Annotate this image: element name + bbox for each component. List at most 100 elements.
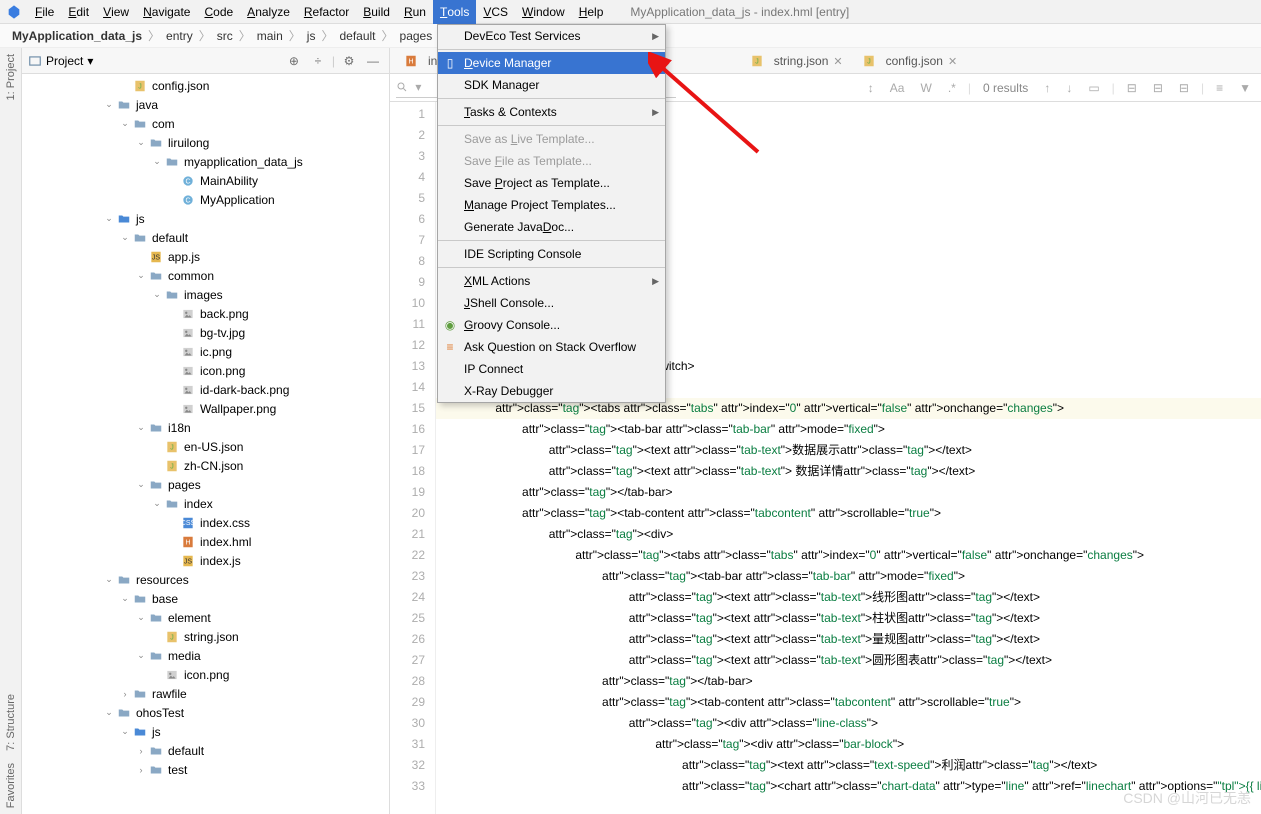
menu-item[interactable]: IP Connect — [438, 358, 665, 380]
tree-node[interactable]: ⌄ohosTest — [22, 703, 389, 722]
tree-node[interactable]: ⌄default — [22, 228, 389, 247]
funnel-icon[interactable]: ▼ — [1235, 81, 1255, 95]
breadcrumb-segment[interactable]: main — [253, 29, 287, 43]
menu-item[interactable]: IDE Scripting Console — [438, 243, 665, 265]
tree-node[interactable]: ⌄js — [22, 722, 389, 741]
tree-node[interactable]: back.png — [22, 304, 389, 323]
menu-item[interactable]: XML Actions▶ — [438, 270, 665, 292]
folder-icon — [164, 154, 180, 170]
menu-item[interactable]: DevEco Test Services▶ — [438, 25, 665, 47]
breadcrumb-segment[interactable]: src — [213, 29, 237, 43]
close-icon[interactable]: ✕ — [948, 55, 957, 68]
hide-icon[interactable]: — — [363, 51, 383, 71]
remove-selection-icon[interactable]: ⊟ — [1149, 81, 1167, 95]
tree-node[interactable]: ›default — [22, 741, 389, 760]
menu-window[interactable]: Window — [515, 0, 572, 24]
svg-text:J: J — [138, 83, 142, 90]
tree-node[interactable]: icon.png — [22, 665, 389, 684]
editor-tab[interactable]: Jstring.json✕ — [740, 49, 852, 73]
menu-tools[interactable]: Tools — [433, 0, 476, 24]
add-selection-icon[interactable]: ⊟ — [1123, 81, 1141, 95]
locate-icon[interactable]: ⊕ — [284, 51, 304, 71]
menu-vcs[interactable]: VCS — [476, 0, 515, 24]
project-view-selector[interactable]: Project ▾ — [28, 54, 93, 68]
menu-item[interactable]: X-Ray Debugger — [438, 380, 665, 402]
breadcrumb-segment[interactable]: MyApplication_data_js — [8, 29, 146, 43]
tree-node[interactable]: id-dark-back.png — [22, 380, 389, 399]
menu-help[interactable]: Help — [572, 0, 611, 24]
tree-node[interactable]: ⌄java — [22, 95, 389, 114]
tree-node[interactable]: ⌄element — [22, 608, 389, 627]
menu-run[interactable]: Run — [397, 0, 433, 24]
filter-icon[interactable]: ≡ — [1212, 81, 1227, 95]
tree-node[interactable]: ⌄common — [22, 266, 389, 285]
json-icon: J — [861, 53, 877, 69]
word-icon[interactable]: W — [916, 81, 935, 95]
tree-node[interactable]: bg-tv.jpg — [22, 323, 389, 342]
tree-node[interactable]: ⌄pages — [22, 475, 389, 494]
menu-file[interactable]: File — [28, 0, 61, 24]
breadcrumb-segment[interactable]: pages — [396, 29, 437, 43]
menu-view[interactable]: View — [96, 0, 136, 24]
breadcrumb-segment[interactable]: js — [303, 29, 320, 43]
tree-node[interactable]: Jconfig.json — [22, 76, 389, 95]
menu-build[interactable]: Build — [356, 0, 397, 24]
tree-node[interactable]: ⌄images — [22, 285, 389, 304]
menu-navigate[interactable]: Navigate — [136, 0, 197, 24]
tree-node[interactable]: ⌄com — [22, 114, 389, 133]
tree-node[interactable]: ⌄index — [22, 494, 389, 513]
menu-edit[interactable]: Edit — [61, 0, 96, 24]
tree-node[interactable]: ⌄myapplication_data_js — [22, 152, 389, 171]
next-icon[interactable]: ↓ — [1062, 81, 1076, 95]
tree-node[interactable]: ⌄media — [22, 646, 389, 665]
menu-item[interactable]: JShell Console... — [438, 292, 665, 314]
menu-analyze[interactable]: Analyze — [240, 0, 297, 24]
menu-item[interactable]: Save Project as Template... — [438, 172, 665, 194]
tree-node[interactable]: Jstring.json — [22, 627, 389, 646]
menu-item[interactable]: ◉Groovy Console... — [438, 314, 665, 336]
breadcrumb-segment[interactable]: entry — [162, 29, 197, 43]
tree-node[interactable]: JSindex.js — [22, 551, 389, 570]
tree-node[interactable]: Jen-US.json — [22, 437, 389, 456]
tree-node[interactable]: JSapp.js — [22, 247, 389, 266]
tree-node[interactable]: CSSindex.css — [22, 513, 389, 532]
tree-node[interactable]: Wallpaper.png — [22, 399, 389, 418]
tree-node[interactable]: CMyApplication — [22, 190, 389, 209]
tree-node[interactable]: ⌄js — [22, 209, 389, 228]
tree-node[interactable]: CMainAbility — [22, 171, 389, 190]
close-icon[interactable]: ✕ — [833, 55, 842, 68]
tree-node[interactable]: ›test — [22, 760, 389, 779]
menu-item[interactable]: ≡Ask Question on Stack Overflow — [438, 336, 665, 358]
tree-node[interactable]: ic.png — [22, 342, 389, 361]
menu-item[interactable]: SDK Manager — [438, 74, 665, 96]
up-icon[interactable]: ↕ — [864, 81, 878, 95]
sidebar-tab-favorites[interactable]: Favorites — [5, 757, 17, 814]
menu-item[interactable]: Tasks & Contexts▶ — [438, 101, 665, 123]
project-tree[interactable]: Jconfig.json⌄java⌄com⌄liruilong⌄myapplic… — [22, 74, 389, 814]
tree-node[interactable]: ›rawfile — [22, 684, 389, 703]
regex-icon[interactable]: .* — [944, 81, 960, 95]
select-occurrences-icon[interactable]: ⊟ — [1175, 81, 1193, 95]
sidebar-tab-structure[interactable]: 7: Structure — [5, 688, 17, 757]
menu-item[interactable]: Generate JavaDoc... — [438, 216, 665, 238]
folder-icon — [164, 287, 180, 303]
menu-item[interactable]: ▯Device Manager — [438, 52, 665, 74]
menu-item[interactable]: Manage Project Templates... — [438, 194, 665, 216]
tree-node[interactable]: ⌄liruilong — [22, 133, 389, 152]
breadcrumb-segment[interactable]: default — [335, 29, 379, 43]
tree-node[interactable]: icon.png — [22, 361, 389, 380]
case-icon[interactable]: Aa — [886, 81, 909, 95]
tree-node[interactable]: Hindex.hml — [22, 532, 389, 551]
settings-icon[interactable]: ⚙ — [339, 51, 359, 71]
select-all-icon[interactable]: ▭ — [1084, 81, 1103, 95]
tree-node[interactable]: Jzh-CN.json — [22, 456, 389, 475]
prev-icon[interactable]: ↑ — [1040, 81, 1054, 95]
menu-code[interactable]: Code — [197, 0, 240, 24]
collapse-icon[interactable]: ÷ — [308, 51, 328, 71]
menu-refactor[interactable]: Refactor — [297, 0, 356, 24]
tree-node[interactable]: ⌄resources — [22, 570, 389, 589]
tree-node[interactable]: ⌄i18n — [22, 418, 389, 437]
tree-node[interactable]: ⌄base — [22, 589, 389, 608]
editor-tab[interactable]: Jconfig.json✕ — [852, 49, 967, 73]
sidebar-tab-project[interactable]: 1: Project — [5, 48, 17, 106]
